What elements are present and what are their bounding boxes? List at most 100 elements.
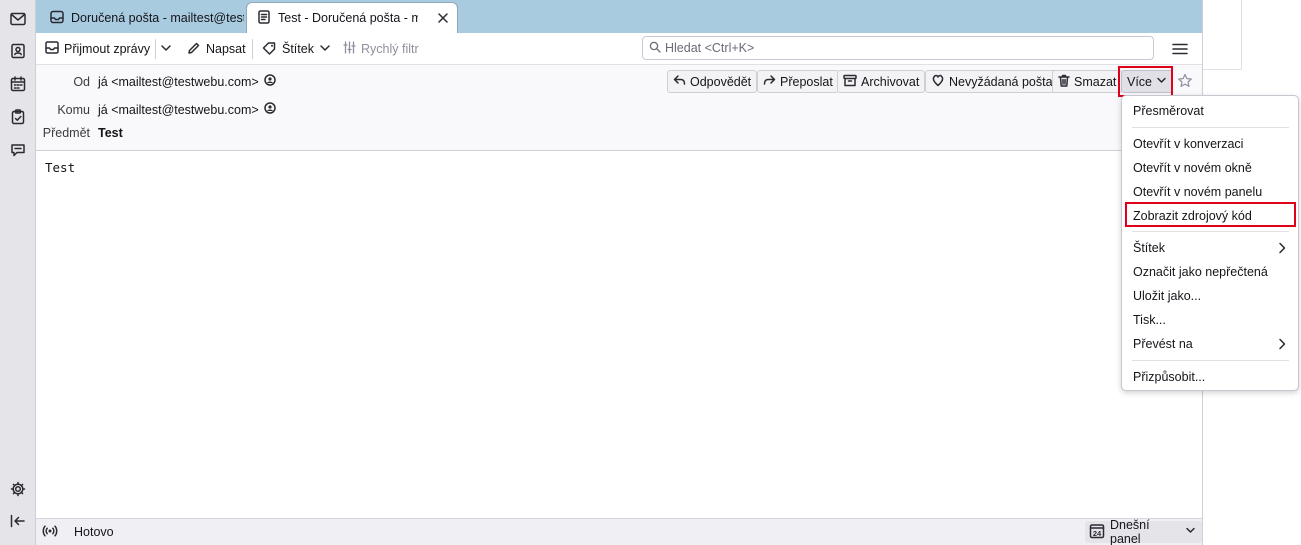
more-menu: Přesměrovat Otevřít v konverzaci Otevřít… xyxy=(1121,95,1299,391)
menu-item-print[interactable]: Tisk... xyxy=(1122,309,1298,331)
svg-text:24: 24 xyxy=(1093,529,1102,538)
menu-item-tag[interactable]: Štítek xyxy=(1122,237,1298,259)
collapse-spaces-icon[interactable] xyxy=(7,510,29,532)
menu-item-label: Přesměrovat xyxy=(1133,104,1204,118)
tasks-icon[interactable] xyxy=(7,106,29,128)
write-button[interactable]: Napsat xyxy=(187,38,246,60)
forward-label: Přeposlat xyxy=(780,74,833,89)
reply-label: Odpovědět xyxy=(690,74,752,89)
trash-icon xyxy=(1058,74,1070,90)
subject-label: Předmět xyxy=(42,126,90,140)
from-row: Od já <mailtest@testwebu.com> xyxy=(36,74,276,89)
menu-item-label: Zobrazit zdrojový kód xyxy=(1133,209,1252,223)
forward-button[interactable]: Přeposlat xyxy=(757,70,839,93)
message-header: Od já <mailtest@testwebu.com> Komu já <m… xyxy=(36,65,1202,151)
delete-label: Smazat xyxy=(1074,74,1117,89)
mail-toolbar: Přijmout zprávy Napsat Štítek Rychlý fil… xyxy=(36,33,1202,65)
status-bar: Hotovo 24 Dnešní panel xyxy=(36,518,1202,545)
tab-inbox-title: Doručená pošta - mailtest@testwebu.com xyxy=(71,11,244,25)
menu-item-label: Otevřít v novém panelu xyxy=(1133,185,1263,199)
subject-value: Test xyxy=(98,126,123,140)
to-row: Komu já <mailtest@testwebu.com> xyxy=(36,102,276,117)
menu-item-save-as[interactable]: Uložit jako... xyxy=(1122,285,1298,307)
contact-icon[interactable] xyxy=(263,74,276,89)
menu-item-label: Převést na xyxy=(1133,337,1193,351)
get-messages-icon xyxy=(45,41,59,57)
junk-button[interactable]: Nevyžádaná pošta xyxy=(925,70,1059,93)
menu-item-label: Označit jako nepřečtená xyxy=(1133,265,1268,279)
search-box[interactable] xyxy=(642,36,1154,60)
junk-label: Nevyžádaná pošta xyxy=(949,74,1053,89)
menu-item-open-in-new-window[interactable]: Otevřít v novém okně xyxy=(1122,157,1298,179)
search-input[interactable] xyxy=(665,41,1135,55)
menu-item-open-in-new-tab[interactable]: Otevřít v novém panelu xyxy=(1122,181,1298,203)
more-label: Více xyxy=(1127,74,1153,89)
today-calendar-icon: 24 xyxy=(1089,523,1105,542)
mail-space-icon[interactable] xyxy=(7,8,29,30)
write-label: Napsat xyxy=(206,42,246,56)
menu-item-redirect[interactable]: Přesměrovat xyxy=(1122,100,1298,122)
menu-item-convert-to[interactable]: Převést na xyxy=(1122,333,1298,355)
star-icon[interactable] xyxy=(1177,73,1193,89)
menu-item-label: Tisk... xyxy=(1133,313,1166,327)
menu-item-label: Přizpůsobit... xyxy=(1133,370,1206,384)
chevron-down-icon xyxy=(1156,75,1167,89)
search-icon xyxy=(649,41,661,56)
menu-item-label: Uložit jako... xyxy=(1133,289,1202,303)
tag-button[interactable]: Štítek xyxy=(262,38,331,60)
chevron-down-icon xyxy=(160,42,172,57)
junk-icon xyxy=(931,74,945,90)
message-body: Test xyxy=(36,152,1202,518)
pencil-icon xyxy=(187,41,201,58)
contact-icon[interactable] xyxy=(263,102,276,117)
online-status-icon[interactable] xyxy=(42,524,58,541)
address-book-icon[interactable] xyxy=(7,40,29,62)
tab-message[interactable]: Test - Doručená pošta - mailtest@testweb… xyxy=(247,3,457,33)
reply-button[interactable]: Odpovědět xyxy=(667,70,758,93)
quick-filter-label: Rychlý filtr xyxy=(361,42,419,56)
reply-icon xyxy=(673,74,686,89)
menu-item-label: Štítek xyxy=(1133,241,1165,255)
chevron-right-icon xyxy=(1278,338,1286,350)
quick-filter-button[interactable]: Rychlý filtr xyxy=(343,38,419,60)
message-icon xyxy=(257,9,271,27)
app-menu-icon[interactable] xyxy=(1170,40,1190,58)
get-messages-button[interactable]: Přijmout zprávy xyxy=(45,38,150,60)
archive-button[interactable]: Archivovat xyxy=(837,70,926,93)
menu-item-mark-unread[interactable]: Označit jako nepřečtená xyxy=(1122,261,1298,283)
menu-item-open-in-conversation[interactable]: Otevřít v konverzaci xyxy=(1122,133,1298,155)
today-pane-label: Dnešní panel xyxy=(1110,518,1150,545)
spaces-toolbar xyxy=(0,0,36,545)
chevron-down-icon xyxy=(319,42,331,57)
get-messages-label: Přijmout zprávy xyxy=(64,42,151,56)
to-label: Komu xyxy=(57,102,90,117)
get-messages-dropdown[interactable] xyxy=(160,38,172,60)
from-value[interactable]: já <mailtest@testwebu.com> xyxy=(98,75,259,89)
today-pane-button[interactable]: 24 Dnešní panel xyxy=(1085,518,1202,545)
tab-bar: Doručená pošta - mailtest@testwebu.com T… xyxy=(36,0,1202,33)
menu-item-view-source[interactable]: Zobrazit zdrojový kód xyxy=(1122,205,1298,227)
status-text: Hotovo xyxy=(74,525,114,539)
from-label: Od xyxy=(73,74,90,89)
settings-icon[interactable] xyxy=(7,478,29,500)
to-value[interactable]: já <mailtest@testwebu.com> xyxy=(98,103,259,117)
chevron-down-icon xyxy=(1185,525,1196,539)
forward-icon xyxy=(763,74,776,89)
archive-label: Archivovat xyxy=(861,74,920,89)
subject-row: Předmět Test xyxy=(36,126,123,140)
message-body-text: Test xyxy=(45,160,76,175)
delete-button[interactable]: Smazat xyxy=(1052,70,1123,93)
chevron-right-icon xyxy=(1278,242,1286,254)
tab-inbox[interactable]: Doručená pošta - mailtest@testwebu.com xyxy=(40,3,244,33)
chat-icon[interactable] xyxy=(7,139,29,161)
menu-item-label: Otevřít v novém okně xyxy=(1133,161,1252,175)
archive-icon xyxy=(843,74,857,90)
menu-item-customize[interactable]: Přizpůsobit... xyxy=(1122,366,1298,388)
inbox-icon xyxy=(50,10,64,27)
tag-label: Štítek xyxy=(282,42,314,56)
calendar-icon[interactable] xyxy=(7,73,29,95)
tag-icon xyxy=(262,41,277,58)
more-button[interactable]: Více xyxy=(1121,70,1174,93)
filter-icon xyxy=(343,41,356,57)
close-tab-icon[interactable] xyxy=(435,10,451,26)
